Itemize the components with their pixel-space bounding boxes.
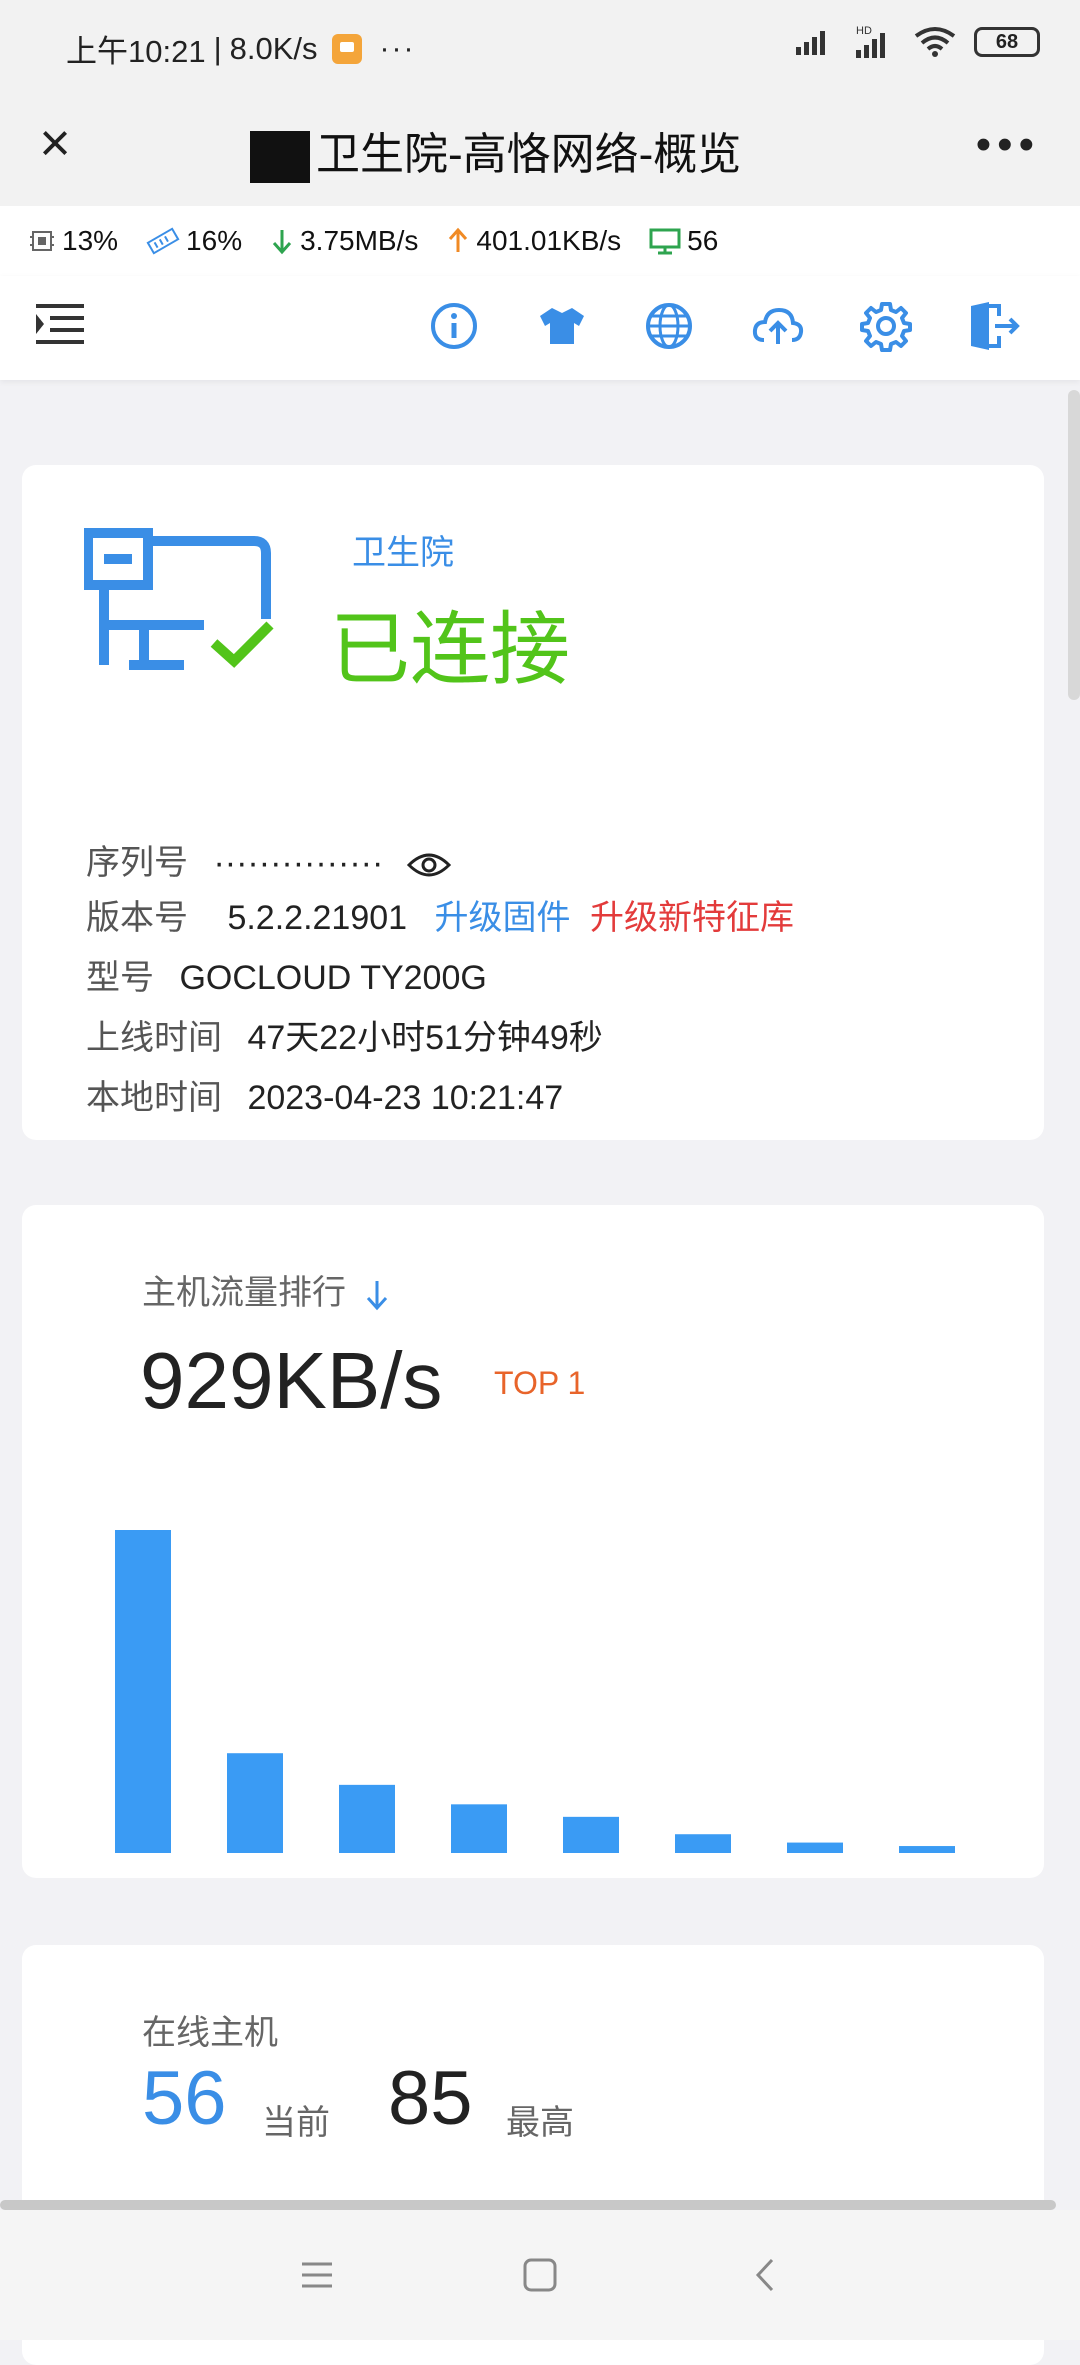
- logout-icon[interactable]: [965, 298, 1021, 354]
- page-title: 卫生院-高恪网络-概览: [250, 118, 741, 184]
- uptime-row: 上线时间 47天22小时51分钟49秒: [86, 1019, 603, 1057]
- status-left: 上午10:21 | 8.0K/s ···: [66, 26, 416, 71]
- traffic-bar-1[interactable]: [115, 1530, 171, 1853]
- hosts-current-value: 56: [142, 2056, 227, 2141]
- version-row: 版本号 5.2.2.21901 升级固件 升级新特征库: [86, 899, 794, 937]
- redacted-block: [250, 131, 310, 184]
- horizontal-scrollbar: [0, 2200, 1056, 2210]
- title-bar: × 卫生院-高恪网络-概览 •••: [0, 90, 1080, 206]
- uptime-value: 47天22小时51分钟49秒: [247, 1019, 603, 1057]
- version-value: 5.2.2.21901: [227, 899, 408, 937]
- svg-text:HD: HD: [856, 25, 872, 37]
- cloud-upload-icon[interactable]: [750, 298, 806, 354]
- signal-hd-icon: HD: [856, 25, 885, 58]
- traffic-bar-4[interactable]: [451, 1804, 507, 1853]
- cpu-stat: 13%: [28, 225, 118, 257]
- info-icon[interactable]: [426, 298, 482, 354]
- traffic-bar-2[interactable]: [227, 1753, 283, 1853]
- clock: 上午10:21: [66, 34, 206, 69]
- online-hosts-label: 在线主机: [142, 2014, 278, 2052]
- traffic-bar-8[interactable]: [899, 1846, 955, 1853]
- hosts-max-value: 85: [388, 2056, 473, 2141]
- close-button[interactable]: ×: [30, 116, 80, 170]
- toolbar: [0, 276, 1080, 380]
- upload-stat: 401.01KB/s: [446, 225, 621, 257]
- stats-bar: 13% 16% 3.75MB/s 401.01KB/s 56: [0, 206, 1080, 276]
- system-status-bar: 上午10:21 | 8.0K/s ··· HD 68: [0, 0, 1080, 90]
- connection-status: 已连接: [330, 605, 570, 694]
- more-notifications-icon: ···: [379, 31, 416, 65]
- monitor-icon: [649, 228, 681, 255]
- hosts-max-label: 最高: [506, 2104, 574, 2142]
- upgrade-firmware-link[interactable]: 升级固件: [435, 899, 571, 937]
- site-name: 卫生院: [352, 534, 454, 572]
- theme-shirt-icon[interactable]: [534, 298, 590, 354]
- net-speed: 8.0K/s: [229, 30, 318, 66]
- model-value: GOCLOUD TY200G: [179, 959, 487, 997]
- signal-icon: [796, 31, 825, 55]
- upload-arrow-icon: [449, 227, 468, 252]
- device-card: 卫生院 已连接 序列号 ··············· 版本号 5.2.2.21…: [22, 465, 1044, 1140]
- traffic-card: 主机流量排行 929KB/s TOP 1: [22, 1205, 1044, 1878]
- traffic-bar-chart: [115, 1530, 955, 1853]
- menu-toggle-icon[interactable]: [34, 298, 86, 350]
- memory-stat: 16%: [146, 225, 242, 257]
- download-arrow-icon: [272, 230, 292, 255]
- localtime-value: 2023-04-23 10:21:47: [247, 1079, 564, 1117]
- localtime-row: 本地时间 2023-04-23 10:21:47: [86, 1079, 564, 1117]
- globe-icon[interactable]: [641, 298, 697, 354]
- status-right: HD 68: [794, 24, 1040, 60]
- traffic-bar-3[interactable]: [339, 1784, 395, 1853]
- download-stat: 3.75MB/s: [270, 225, 418, 257]
- model-row: 型号 GOCLOUD TY200G: [86, 959, 487, 997]
- connected-device-icon: [84, 528, 274, 670]
- scrollbar[interactable]: [1068, 390, 1080, 700]
- battery-icon: 68: [974, 27, 1040, 57]
- traffic-bar-7[interactable]: [787, 1842, 843, 1853]
- cpu-icon: [30, 231, 54, 251]
- upgrade-features-link[interactable]: 升级新特征库: [590, 899, 794, 937]
- memory-icon: [146, 227, 180, 255]
- serial-value: ···············: [213, 844, 384, 882]
- traffic-bar-5[interactable]: [563, 1816, 619, 1853]
- system-nav-bar: [0, 2210, 1080, 2340]
- serial-row: 序列号 ···············: [86, 835, 451, 884]
- hosts-current-label: 当前: [262, 2104, 330, 2142]
- eye-icon[interactable]: [406, 851, 451, 879]
- notification-icon: [331, 33, 362, 64]
- back-nav-icon[interactable]: [742, 2250, 792, 2300]
- menu-nav-icon[interactable]: [292, 2250, 342, 2300]
- traffic-bar-6[interactable]: [675, 1834, 731, 1853]
- settings-gear-icon[interactable]: [858, 298, 914, 354]
- wifi-icon: [914, 27, 956, 57]
- hosts-stat: 56: [649, 225, 718, 257]
- more-options-button[interactable]: •••: [976, 120, 1040, 170]
- home-nav-icon[interactable]: [515, 2250, 565, 2300]
